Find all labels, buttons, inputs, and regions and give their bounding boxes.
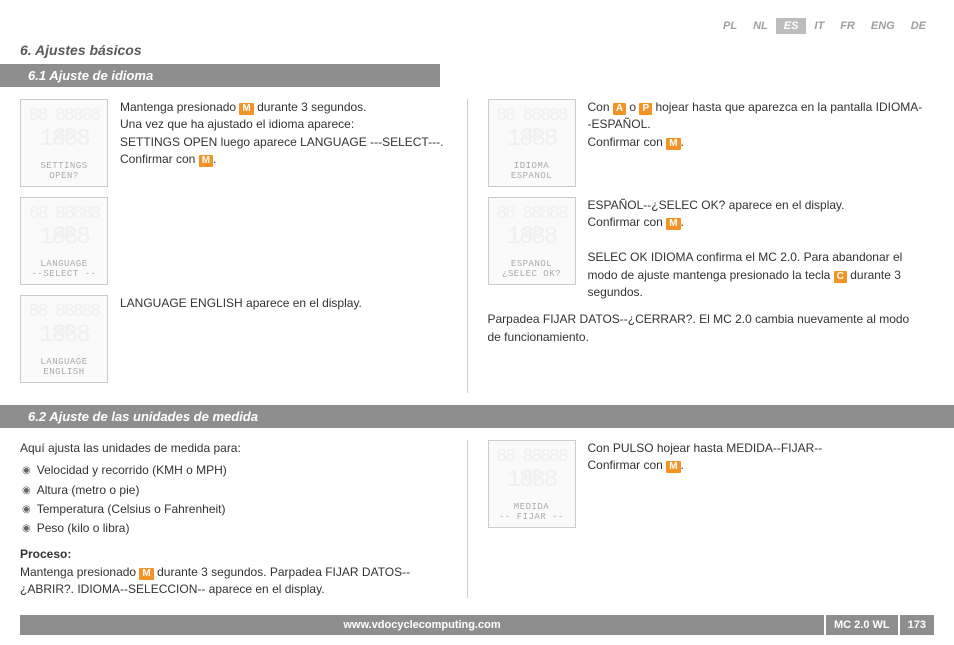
text: Mantenga presionado xyxy=(20,565,139,579)
text: Confirmar con xyxy=(588,135,667,149)
col-left: 88 88888 881888 SETTINGS OPEN? Mantenga … xyxy=(20,99,467,393)
list-item: Velocidad y recorrido (KMH o MPH) xyxy=(22,461,457,480)
lang-nl[interactable]: NL xyxy=(745,18,776,34)
a-button-icon: A xyxy=(613,103,626,115)
footer: www.vdocyclecomputing.com MC 2.0 WL 173 xyxy=(20,615,934,635)
proceso-label: Proceso: xyxy=(20,546,457,563)
m-button-icon: M xyxy=(239,103,253,115)
m-button-icon: M xyxy=(666,138,680,150)
lang-de[interactable]: DE xyxy=(903,18,934,34)
text: Una vez que ha ajustado el idioma aparec… xyxy=(120,117,354,131)
text: o xyxy=(626,100,639,114)
lang-fr[interactable]: FR xyxy=(832,18,863,34)
footer-page: 173 xyxy=(900,619,934,631)
col-right: 88 88888 881888 MEDIDA -- FIJAR -- Con P… xyxy=(467,440,935,598)
text: Con xyxy=(588,100,613,114)
c-button-icon: C xyxy=(834,271,847,283)
text: . xyxy=(681,215,684,229)
text: . xyxy=(681,135,684,149)
text: Mantenga presionado xyxy=(120,100,239,114)
text: ESPAÑOL--¿SELEC OK? aparece en el displa… xyxy=(588,198,845,212)
lang-es[interactable]: ES xyxy=(776,18,807,34)
text-block: Con PULSO hojear hasta MEDIDA--FIJAR-- C… xyxy=(588,440,823,528)
text: Confirmar con xyxy=(588,215,667,229)
lang-it[interactable]: IT xyxy=(806,18,832,34)
language-bar: PL NL ES IT FR ENG DE xyxy=(20,18,934,34)
col-right: 88 88888 881888 IDIOMA ESPANOL Con A o P… xyxy=(467,99,935,393)
text-block: LANGUAGE ENGLISH aparece en el display. xyxy=(120,295,362,383)
m-button-icon: M xyxy=(666,218,680,230)
lcd-thumb-lang-select: 88 88888 881888 LANGUAGE --SELECT -- xyxy=(20,197,108,285)
text: Confirmar con xyxy=(588,458,667,472)
m-button-icon: M xyxy=(666,461,680,473)
list-item: Temperatura (Celsius o Fahrenheit) xyxy=(22,500,457,519)
text-block: Mantenga presionado M durante 3 segundos… xyxy=(120,99,443,187)
lcd-thumb-idioma: 88 88888 881888 IDIOMA ESPANOL xyxy=(488,99,576,187)
lcd-thumb-settings: 88 88888 881888 SETTINGS OPEN? xyxy=(20,99,108,187)
col-left: Aquí ajusta las unidades de medida para:… xyxy=(20,440,467,598)
text: durante 3 segundos. xyxy=(254,100,367,114)
text-block: ESPAÑOL--¿SELEC OK? aparece en el displa… xyxy=(588,197,925,301)
section-6-1-body: 88 88888 881888 SETTINGS OPEN? Mantenga … xyxy=(20,87,934,405)
intro-text: Aquí ajusta las unidades de medida para: xyxy=(20,440,457,457)
list-item: Altura (metro o pie) xyxy=(22,481,457,500)
lcd-thumb-espanol-ok: 88 88888 881888 ESPANOL ¿SELEC OK? xyxy=(488,197,576,285)
text: Confirmar con xyxy=(120,152,199,166)
m-button-icon: M xyxy=(139,568,153,580)
footer-model: MC 2.0 WL xyxy=(824,615,900,635)
lcd-thumb-lang-english: 88 88888 881888 LANGUAGE ENGLISH xyxy=(20,295,108,383)
text: SETTINGS OPEN luego aparece LANGUAGE ---… xyxy=(120,135,443,149)
section-6-2-body: Aquí ajusta las unidades de medida para:… xyxy=(20,428,934,610)
heading-6-1: 6.1 Ajuste de idioma xyxy=(0,64,440,87)
text: LANGUAGE ENGLISH aparece en el display. xyxy=(120,296,362,310)
text: Con PULSO hojear hasta MEDIDA--FIJAR-- xyxy=(588,441,823,455)
lcd-thumb-medida: 88 88888 881888 MEDIDA -- FIJAR -- xyxy=(488,440,576,528)
heading-6-2: 6.2 Ajuste de las unidades de medida xyxy=(0,405,954,428)
lang-pl[interactable]: PL xyxy=(715,18,745,34)
bullet-list: Velocidad y recorrido (KMH o MPH) Altura… xyxy=(20,461,457,538)
m-button-icon: M xyxy=(199,155,213,167)
text: . xyxy=(213,152,216,166)
section-title: 6. Ajustes básicos xyxy=(20,40,934,64)
list-item: Peso (kilo o libra) xyxy=(22,519,457,538)
text-block: Mantenga presionado M durante 3 segundos… xyxy=(20,564,457,599)
lang-eng[interactable]: ENG xyxy=(863,18,903,34)
text-block: Con A o P hojear hasta que aparezca en l… xyxy=(588,99,925,187)
p-button-icon: P xyxy=(639,103,652,115)
text-block: Parpadea FIJAR DATOS--¿CERRAR?. El MC 2.… xyxy=(488,311,925,346)
text: . xyxy=(681,458,684,472)
footer-url: www.vdocyclecomputing.com xyxy=(20,619,824,631)
